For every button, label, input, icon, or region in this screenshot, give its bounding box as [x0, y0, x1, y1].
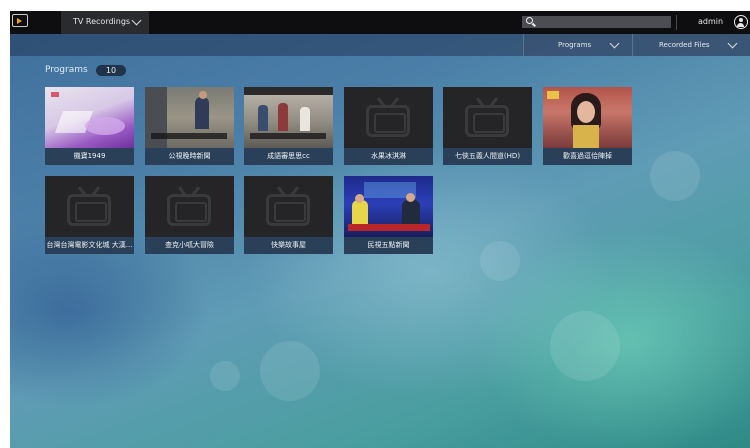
background-bokeh — [550, 311, 620, 381]
view-filter-dropdown[interactable]: Programs — [523, 34, 632, 56]
program-thumbnail — [244, 176, 333, 237]
username-label[interactable]: admin — [698, 17, 723, 26]
section-dropdown[interactable]: TV Recordings — [61, 11, 149, 34]
background-bokeh — [650, 151, 700, 201]
tv-placeholder-icon — [465, 97, 509, 137]
program-thumbnail — [45, 176, 134, 237]
program-tile[interactable]: 台灣台灣電影文化城 大漢... — [45, 176, 134, 254]
program-thumbnail — [344, 87, 433, 148]
program-thumbnail — [543, 87, 632, 148]
tv-placeholder-icon — [266, 186, 310, 226]
program-tile[interactable]: 水果冰淇淋 — [344, 87, 433, 165]
program-title: 機寶1949 — [45, 148, 134, 165]
program-title: 公視晚時新聞 — [145, 148, 234, 165]
program-thumbnail — [45, 87, 134, 148]
program-thumbnail — [145, 87, 234, 148]
program-thumbnail — [344, 176, 433, 237]
program-title: 台灣台灣電影文化城 大漢... — [45, 237, 134, 254]
app-logo-icon[interactable] — [12, 14, 28, 27]
program-title: 快樂故事屋 — [244, 237, 333, 254]
background-bokeh — [480, 241, 520, 281]
program-tile[interactable]: 查克小呱大冒險 — [145, 176, 234, 254]
program-title: 七俠五義人間道(HD) — [443, 148, 532, 165]
view-filter-label: Programs — [558, 41, 592, 49]
program-thumbnail — [443, 87, 532, 148]
filter-bar: Programs Recorded Files — [10, 34, 750, 56]
program-title: 水果冰淇淋 — [344, 148, 433, 165]
program-title: 查克小呱大冒險 — [145, 237, 234, 254]
program-title: 民視五點新聞 — [344, 237, 433, 254]
tv-placeholder-icon — [167, 186, 211, 226]
topbar-divider — [676, 15, 677, 30]
program-tile[interactable]: 快樂故事屋 — [244, 176, 333, 254]
program-tile[interactable]: 歡喜過逗佮陣掉 — [543, 87, 632, 165]
background-bokeh — [260, 341, 320, 401]
tv-placeholder-icon — [366, 97, 410, 137]
program-thumbnail — [244, 87, 333, 148]
search-input[interactable] — [522, 16, 671, 28]
search-icon — [526, 17, 533, 24]
chevron-down-icon — [609, 38, 620, 49]
top-bar: TV Recordings admin — [10, 11, 750, 34]
recording-filter-label: Recorded Files — [659, 41, 710, 49]
recording-filter-dropdown[interactable]: Recorded Files — [632, 34, 750, 56]
chevron-down-icon — [727, 38, 738, 49]
user-account-icon[interactable] — [734, 15, 748, 29]
program-title: 成語審思思cc — [244, 148, 333, 165]
section-dropdown-label: TV Recordings — [73, 17, 131, 26]
program-tile[interactable]: 成語審思思cc — [244, 87, 333, 165]
background-bokeh — [210, 361, 240, 391]
program-tile[interactable]: 公視晚時新聞 — [145, 87, 234, 165]
tv-placeholder-icon — [67, 186, 111, 226]
program-tile[interactable]: 七俠五義人間道(HD) — [443, 87, 532, 165]
program-tile[interactable]: 民視五點新聞 — [344, 176, 433, 254]
program-tile[interactable]: 機寶1949 — [45, 87, 134, 165]
programs-count-badge: 10 — [96, 65, 126, 76]
program-title: 歡喜過逗佮陣掉 — [543, 148, 632, 165]
programs-heading: Programs — [45, 65, 88, 75]
chevron-down-icon — [131, 15, 142, 26]
program-thumbnail — [145, 176, 234, 237]
app-window: TV Recordings admin Programs Recorded Fi… — [10, 11, 750, 448]
